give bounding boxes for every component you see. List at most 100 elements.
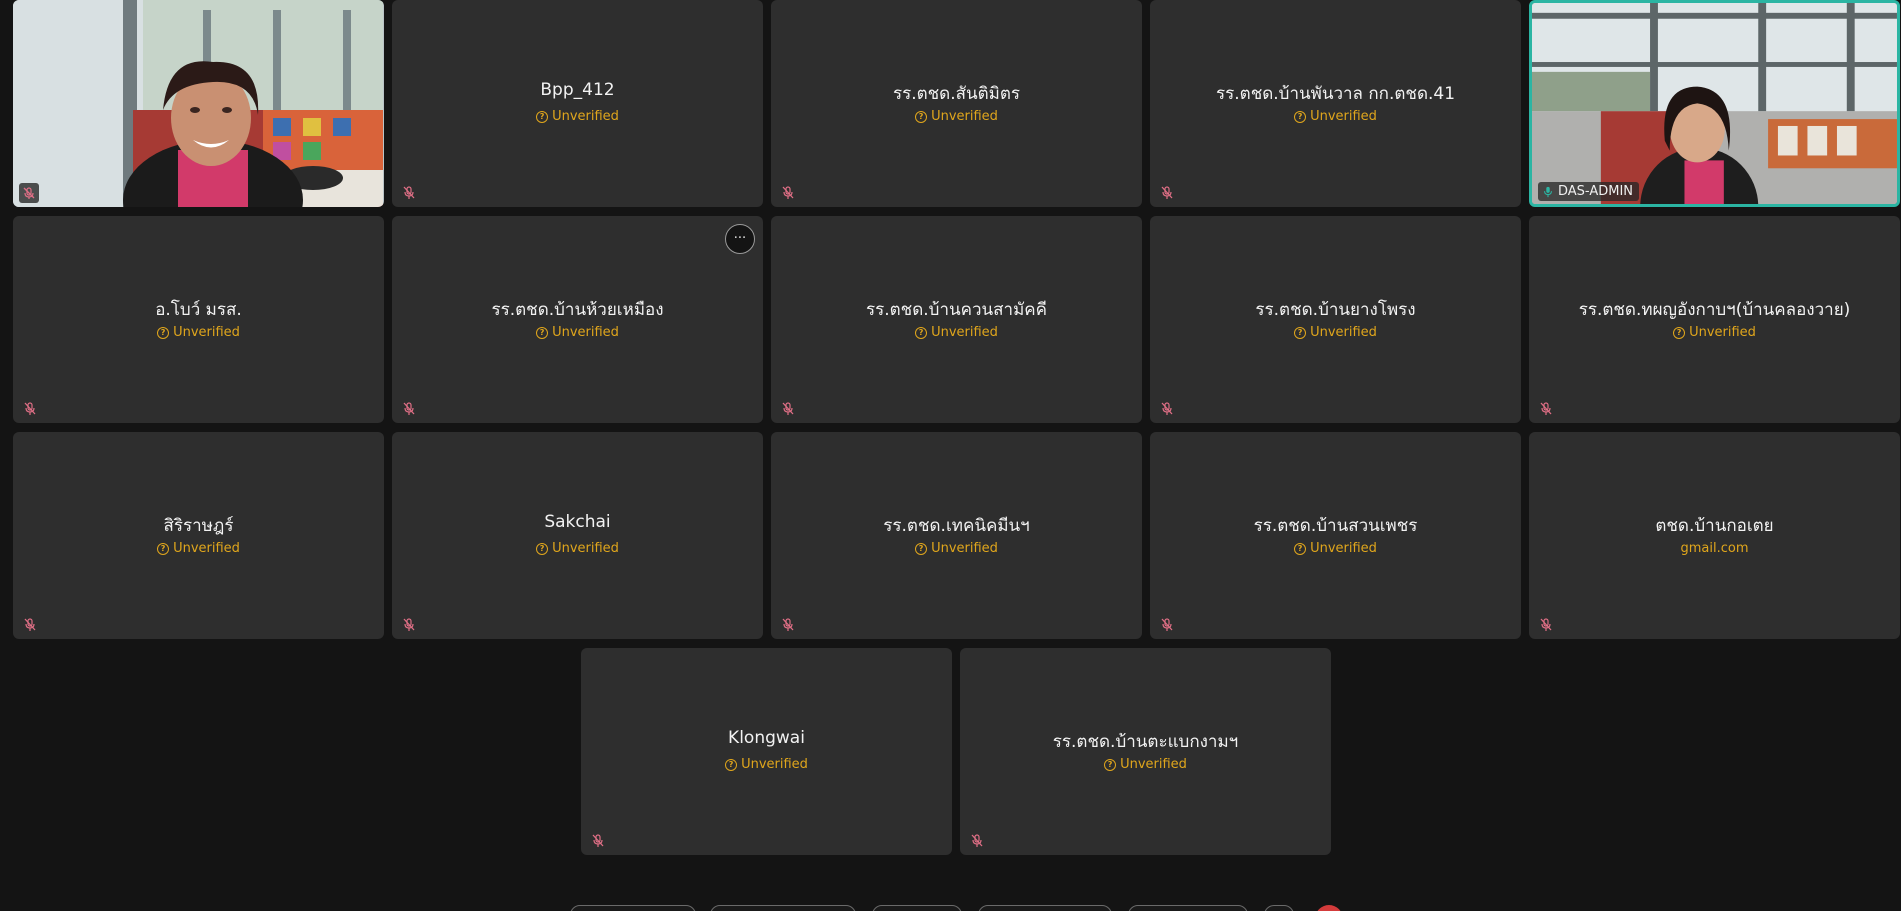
info-circle-icon: ? <box>1104 758 1117 771</box>
mic-muted-icon <box>24 402 36 415</box>
info-circle-icon: ? <box>1294 110 1307 123</box>
verification-label: Unverified <box>173 541 240 556</box>
info-circle-icon: ? <box>1294 542 1307 555</box>
participant-name: สิริราษฎร์ <box>163 516 234 536</box>
verification-status: ? Unverified <box>21 541 376 556</box>
participant-tile[interactable]: รร.ตชด.บ้านควนสามัคคี ? Unverified <box>771 216 1142 423</box>
more-options-button[interactable]: ··· <box>725 224 755 254</box>
toolbar-button-participants[interactable] <box>978 905 1112 911</box>
participant-tile[interactable]: รร.ตชด.เทคนิคมีนฯ ? Unverified <box>771 432 1142 639</box>
participant-name: รร.ตชด.สันติมิตร <box>892 84 1021 104</box>
participant-name: รร.ตชด.ทผญอังกาบฯ(บ้านคลองวาย) <box>1578 300 1851 320</box>
mic-muted-icon <box>1540 402 1552 415</box>
verification-status: ? Unverified <box>779 541 1134 556</box>
verification-label: Unverified <box>1689 325 1756 340</box>
mic-muted-icon <box>971 834 983 847</box>
end-call-button[interactable] <box>1315 905 1343 911</box>
toolbar-button-more[interactable] <box>1264 905 1294 911</box>
mic-icon <box>1544 186 1552 197</box>
info-circle-icon: ? <box>725 758 738 771</box>
verification-status: ? Unverified <box>779 325 1134 340</box>
participant-tile[interactable]: รร.ตชด.บ้านสวนเพชร ? Unverified <box>1150 432 1521 639</box>
participant-name: รร.ตชด.บ้านสวนเพชร <box>1253 516 1418 536</box>
mic-muted-icon <box>19 183 39 203</box>
verification-status: ? Unverified <box>1158 325 1513 340</box>
participant-name: Klongwai <box>728 728 805 748</box>
participant-domain: gmail.com <box>1537 541 1892 556</box>
mic-muted-icon <box>782 402 794 415</box>
info-circle-icon: ? <box>915 542 928 555</box>
verification-label: Unverified <box>1310 109 1377 124</box>
participant-tile[interactable]: Sakchai ? Unverified <box>392 432 763 639</box>
mic-muted-icon <box>403 186 415 199</box>
info-circle-icon: ? <box>536 326 549 339</box>
participant-name: รร.ตชด.บ้านตะแบกงามฯ <box>1052 732 1239 752</box>
verification-status: ? Unverified <box>400 109 755 124</box>
verification-status: ? Unverified <box>1158 541 1513 556</box>
verification-label: Unverified <box>741 757 808 772</box>
participant-name: รร.ตชด.บ้านควนสามัคคี <box>865 300 1048 320</box>
participant-name: รร.ตชด.เทคนิคมีนฯ <box>883 516 1030 536</box>
participant-tile[interactable]: อ.โบว์ มรส. ? Unverified <box>13 216 384 423</box>
participant-name: Bpp_412 <box>540 80 615 100</box>
participant-name: รร.ตชด.บ้านพันวาล กก.ตชด.41 <box>1215 84 1456 104</box>
mic-muted-icon <box>1161 402 1173 415</box>
verification-label: Unverified <box>931 325 998 340</box>
toolbar-button-chat[interactable] <box>1128 905 1248 911</box>
toolbar-button-video[interactable] <box>710 905 856 911</box>
verification-label: Unverified <box>1310 541 1377 556</box>
mic-muted-icon <box>1161 186 1173 199</box>
mic-muted-icon <box>403 618 415 631</box>
participant-tile[interactable]: รร.ตชด.ทผญอังกาบฯ(บ้านคลองวาย) ? Unverif… <box>1529 216 1900 423</box>
verification-status: ? Unverified <box>1537 325 1892 340</box>
participant-tile[interactable]: Bpp_412 ? Unverified <box>392 0 763 207</box>
verification-status: ? Unverified <box>400 541 755 556</box>
verification-status: ? Unverified <box>589 757 944 772</box>
participant-tile[interactable]: ··· รร.ตชด.บ้านห้วยเหมือง ? Unverified <box>392 216 763 423</box>
domain-label: gmail.com <box>1680 541 1749 556</box>
verification-label: Unverified <box>173 325 240 340</box>
participant-tile[interactable]: รร.ตชด.บ้านพันวาล กก.ตชด.41 ? Unverified <box>1150 0 1521 207</box>
info-circle-icon: ? <box>536 542 549 555</box>
participant-name-tag: DAS-ADMIN <box>1538 182 1640 201</box>
participant-tile[interactable]: ตชด.บ้านกอเตย gmail.com <box>1529 432 1900 639</box>
participant-name: Sakchai <box>544 512 611 532</box>
mic-muted-icon <box>24 618 36 631</box>
info-circle-icon: ? <box>915 326 928 339</box>
verification-status: ? Unverified <box>968 757 1323 772</box>
participant-tile[interactable]: รร.ตชด.บ้านตะแบกงามฯ ? Unverified <box>960 648 1331 855</box>
participant-tile[interactable]: สิริราษฎร์ ? Unverified <box>13 432 384 639</box>
participant-tile-video-1[interactable] <box>13 0 384 207</box>
toolbar-button-audio[interactable] <box>570 905 696 911</box>
info-circle-icon: ? <box>157 542 170 555</box>
verification-status: ? Unverified <box>1158 109 1513 124</box>
verification-label: Unverified <box>1120 757 1187 772</box>
info-circle-icon: ? <box>1673 326 1686 339</box>
mic-muted-icon <box>782 618 794 631</box>
mic-muted-icon <box>1540 618 1552 631</box>
verification-status: ? Unverified <box>21 325 376 340</box>
mic-muted-icon <box>1161 618 1173 631</box>
participant-tile-active-speaker[interactable]: DAS-ADMIN <box>1529 0 1900 207</box>
mic-muted-icon <box>782 186 794 199</box>
toolbar-button-share[interactable] <box>872 905 962 911</box>
participant-name: อ.โบว์ มรส. <box>155 300 242 320</box>
participant-name: รร.ตชด.บ้านยางโพรง <box>1255 300 1416 320</box>
verification-label: Unverified <box>931 109 998 124</box>
participant-tile[interactable]: Klongwai ? Unverified <box>581 648 952 855</box>
participant-tile[interactable]: รร.ตชด.สันติมิตร ? Unverified <box>771 0 1142 207</box>
info-circle-icon: ? <box>1294 326 1307 339</box>
participant-tile[interactable]: รร.ตชด.บ้านยางโพรง ? Unverified <box>1150 216 1521 423</box>
verification-label: Unverified <box>931 541 998 556</box>
mic-muted-icon <box>592 834 604 847</box>
verification-status: ? Unverified <box>779 109 1134 124</box>
info-circle-icon: ? <box>915 110 928 123</box>
info-circle-icon: ? <box>536 110 549 123</box>
participant-name: รร.ตชด.บ้านห้วยเหมือง <box>491 300 664 320</box>
verification-label: Unverified <box>552 541 619 556</box>
verification-label: Unverified <box>1310 325 1377 340</box>
participant-name: DAS-ADMIN <box>1558 184 1634 199</box>
participant-video <box>1532 3 1897 204</box>
meeting-gallery: Bpp_412 ? Unverified รร.ตชด.สันติมิตร ? … <box>0 0 1901 911</box>
verification-label: Unverified <box>552 109 619 124</box>
